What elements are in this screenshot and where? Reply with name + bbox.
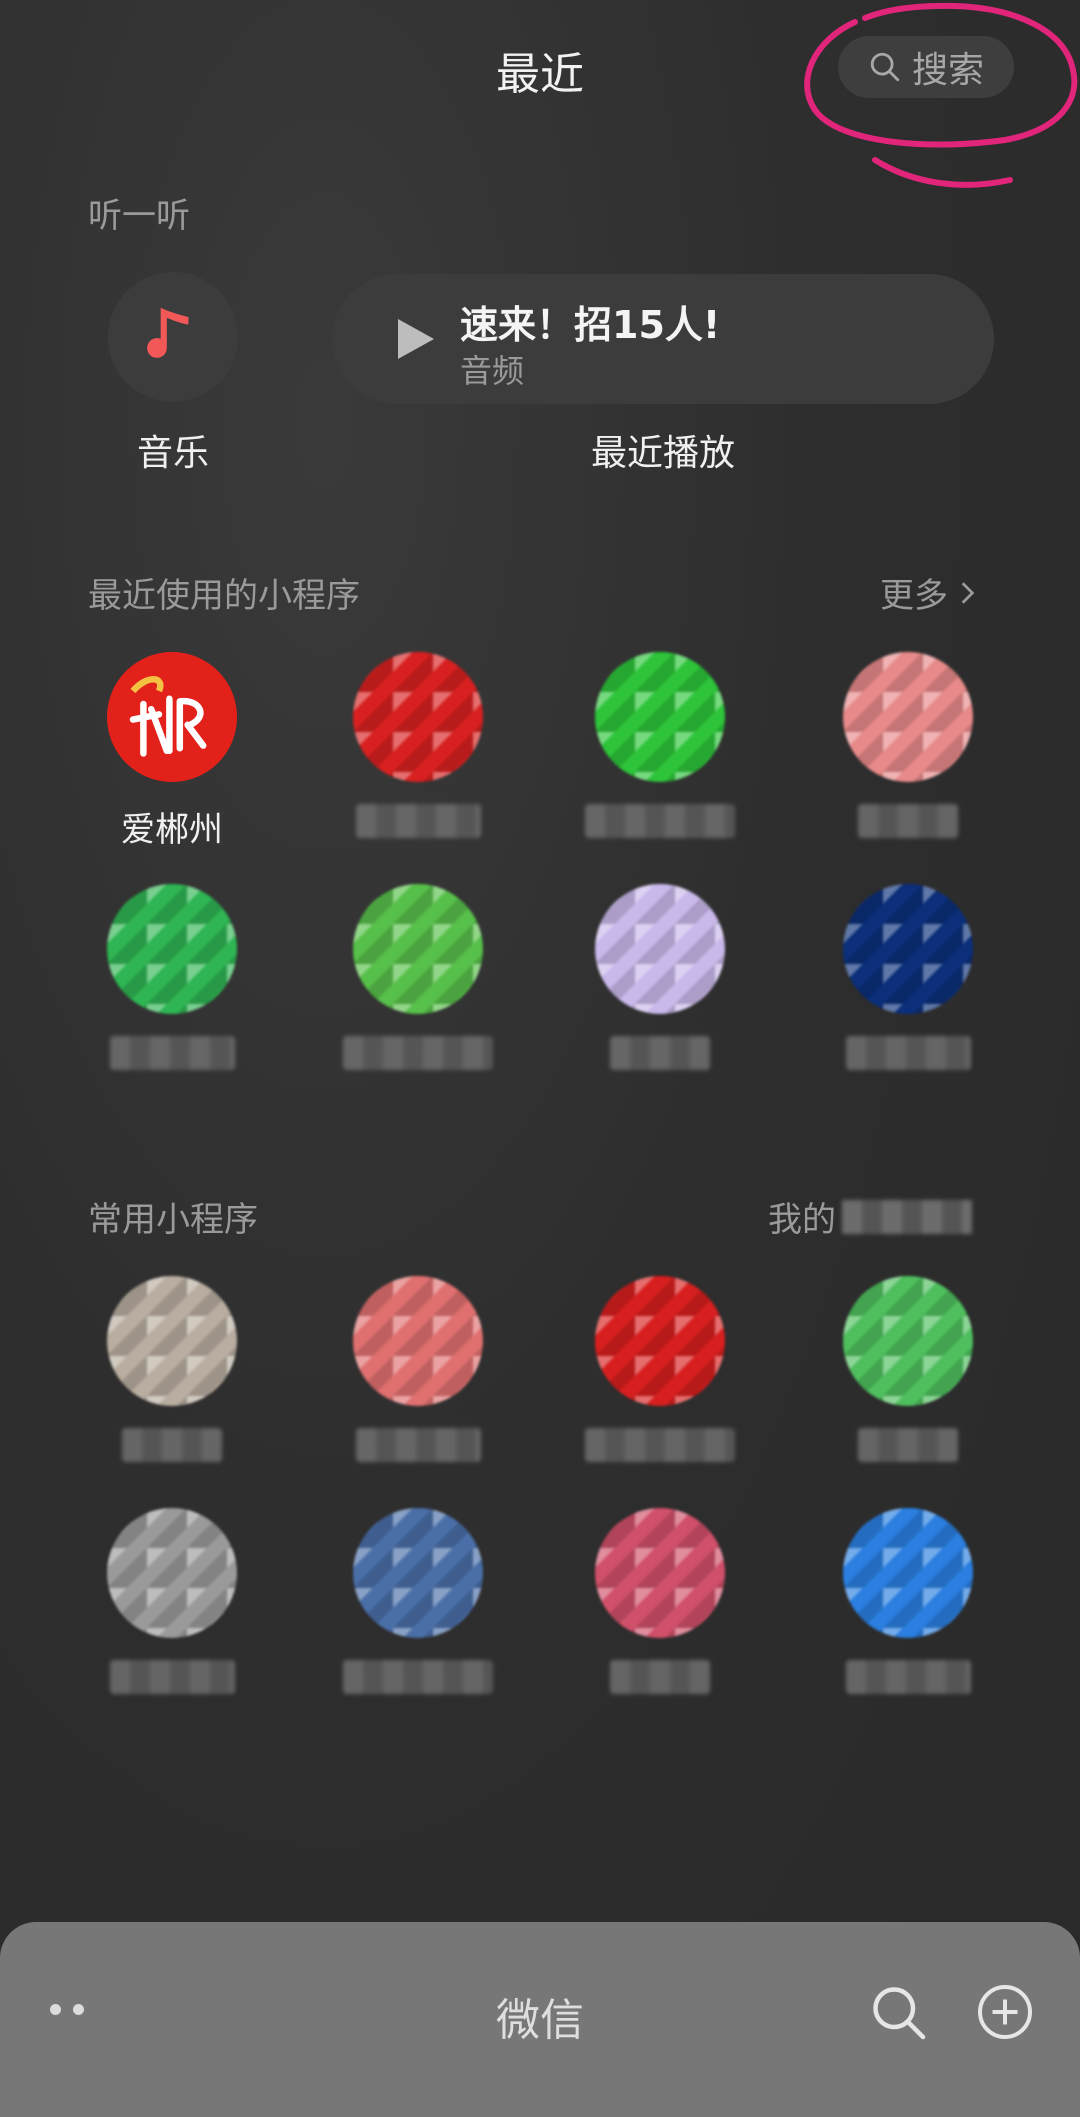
blurred-app-label <box>122 1428 222 1462</box>
my-programs-button[interactable]: 我的 <box>768 1192 972 1241</box>
search-label: 搜索 <box>911 50 984 91</box>
common-programs-section-label: 常用小程序 <box>88 1200 258 1240</box>
blurred-app-icon <box>353 1508 483 1638</box>
recent-play-card[interactable]: 速来！招15人! 音频 <box>332 274 994 404</box>
blurred-app-label <box>343 1660 493 1694</box>
mini-program-item[interactable] <box>328 652 508 838</box>
blurred-app-label <box>610 1036 710 1070</box>
listen-section-label: 听一听 <box>88 196 190 236</box>
add-icon[interactable] <box>975 1982 1035 2042</box>
blurred-app-icon <box>595 1508 725 1638</box>
mini-program-item[interactable] <box>328 884 508 1070</box>
blurred-app-label <box>343 1036 493 1070</box>
blurred-app-icon <box>107 1508 237 1638</box>
blurred-app-label <box>355 1428 481 1462</box>
app-label: 爱郴州 <box>121 810 223 850</box>
search-icon <box>870 52 900 82</box>
blurred-app-label <box>845 1660 971 1694</box>
more-button[interactable]: 更多 <box>880 568 980 617</box>
mini-program-item[interactable] <box>82 1276 262 1462</box>
my-programs-label: 我的 <box>768 1200 836 1240</box>
blurred-app-icon <box>843 1508 973 1638</box>
music-label: 音乐 <box>136 433 209 474</box>
blurred-app-icon <box>843 652 973 782</box>
blurred-app-icon <box>843 884 973 1014</box>
blurred-app-label <box>858 804 958 838</box>
aichenzhou-logo-icon <box>107 652 237 782</box>
bottom-bar: 微信 <box>0 1922 1080 2117</box>
blurred-app-icon <box>595 884 725 1014</box>
blurred-app-icon <box>843 1276 973 1406</box>
mini-program-item[interactable] <box>818 652 998 838</box>
mini-program-panel: 最近 搜索 听一听 音乐 速来！招15人! 音频 最近播放 最近使用的小程序 更… <box>0 0 1080 2117</box>
mini-program-item[interactable] <box>818 1276 998 1462</box>
blurred-app-icon <box>353 1276 483 1406</box>
blurred-app-label <box>355 804 481 838</box>
search-icon[interactable] <box>868 1982 928 2042</box>
mini-program-item[interactable] <box>570 1276 750 1462</box>
mini-program-item[interactable] <box>328 1276 508 1462</box>
blurred-app-label <box>109 1660 235 1694</box>
blurred-app-icon <box>353 884 483 1014</box>
blurred-app-label <box>585 804 735 838</box>
blurred-app-icon <box>595 1276 725 1406</box>
blurred-app-label <box>845 1036 971 1070</box>
recent-play-label: 最近播放 <box>590 433 735 474</box>
recent-programs-section-label: 最近使用的小程序 <box>88 576 360 616</box>
blurred-app-label <box>610 1660 710 1694</box>
blurred-app-label <box>585 1428 735 1462</box>
blurred-app-icon <box>107 1276 237 1406</box>
more-label: 更多 <box>880 576 948 616</box>
mini-program-item[interactable] <box>818 1508 998 1694</box>
music-button[interactable] <box>108 272 238 402</box>
mini-program-item[interactable] <box>570 884 750 1070</box>
blurred-app-icon <box>595 652 725 782</box>
blurred-app-label <box>858 1428 958 1462</box>
blurred-text <box>842 1199 972 1234</box>
recent-audio-type: 音频 <box>460 352 525 390</box>
mini-program-item[interactable] <box>82 884 262 1070</box>
blurred-app-icon <box>107 884 237 1014</box>
top-bar: 最近 搜索 <box>0 0 1080 140</box>
mini-program-item[interactable] <box>570 652 750 838</box>
mini-program-item[interactable] <box>82 1508 262 1694</box>
blurred-app-label <box>109 1036 235 1070</box>
play-icon <box>398 319 434 359</box>
mini-program-item[interactable] <box>570 1508 750 1694</box>
mini-program-item[interactable]: 爱郴州 <box>82 652 262 851</box>
recent-audio-title: 速来！招15人! <box>460 303 721 347</box>
app-logo-icon <box>107 652 237 782</box>
mini-program-item[interactable] <box>328 1508 508 1694</box>
chevron-right-icon <box>961 581 975 604</box>
music-note-icon <box>147 307 189 358</box>
mini-program-item[interactable] <box>818 884 998 1070</box>
search-button[interactable]: 搜索 <box>838 36 1014 98</box>
blurred-app-icon <box>353 652 483 782</box>
